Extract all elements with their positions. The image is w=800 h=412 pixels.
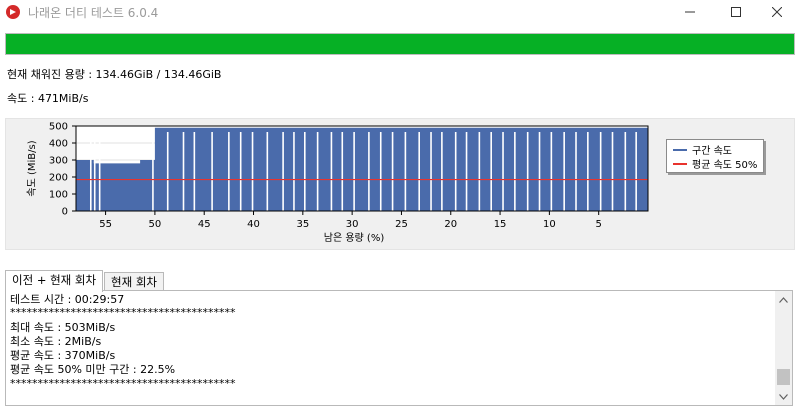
speed-drop (538, 132, 541, 211)
tab-current[interactable]: 현재 회차 (104, 272, 164, 292)
minimize-icon (685, 11, 695, 13)
x-axis-label: 남은 용량 (%) (324, 232, 385, 244)
speed-drop (465, 132, 468, 211)
filled-capacity-text: 현재 채워진 용량 : 134.46GiB / 134.46GiB (7, 68, 222, 81)
y-tick-label: 0 (62, 207, 68, 218)
close-button[interactable] (754, 0, 800, 24)
scroll-thumb[interactable] (777, 369, 790, 385)
vertical-scrollbar[interactable] (775, 291, 792, 405)
speed-drop (514, 132, 516, 211)
close-icon (772, 7, 782, 17)
app-icon (6, 5, 20, 19)
log-line: ****************************************… (10, 377, 236, 390)
speed-drop (379, 132, 382, 211)
speed-drop (599, 132, 602, 211)
speed-drop (166, 132, 169, 211)
x-tick-label: 45 (198, 219, 211, 230)
speed-drop (293, 132, 295, 211)
speed-text: 속도 : 471MiB/s (7, 92, 89, 105)
x-tick-label: 5 (596, 219, 602, 230)
progress-bar (5, 33, 795, 55)
speed-drop (550, 132, 553, 211)
speed-drop (266, 132, 269, 211)
log-line: ****************************************… (10, 306, 236, 319)
scroll-down-button[interactable] (775, 388, 792, 405)
legend-swatch-average (673, 162, 687, 165)
y-tick-label: 100 (49, 190, 68, 201)
speed-drop (563, 132, 565, 211)
log-line: 평균 속도 50% 미만 구간 : 22.5% (10, 363, 176, 376)
y-tick-label: 500 (49, 122, 68, 133)
tab-cumulative[interactable]: 이전 + 현재 회차 (5, 270, 104, 292)
speed-drop (251, 132, 254, 211)
speed-drop (454, 132, 457, 211)
speed-drop (341, 132, 344, 211)
speed-drop (182, 132, 185, 211)
legend-swatch-interval (673, 148, 687, 151)
legend-item-average-speed: 평균 속도 50% (673, 157, 758, 171)
x-tick-label: 15 (494, 219, 507, 230)
speed-drop (575, 132, 577, 211)
speed-drop (635, 132, 637, 211)
speed-drop (490, 132, 492, 211)
speed-drop (228, 132, 230, 211)
progress-fill (6, 34, 794, 54)
minimize-button[interactable] (667, 0, 713, 24)
speed-drop (391, 132, 394, 211)
speed-chart-panel: 500 400 300 200 100 0 55 50 45 40 35 30 25 20 15 10 5 남은 … (5, 118, 795, 250)
x-tick-label: 25 (395, 219, 408, 230)
speed-drop (239, 132, 242, 211)
log-textbox[interactable]: 테스트 시간 : 00:29:57 **********************… (5, 290, 793, 406)
x-tick-label: 30 (346, 219, 359, 230)
x-tick-label: 10 (543, 219, 556, 230)
log-line: 테스트 시간 : 00:29:57 (10, 293, 125, 306)
speed-drop (418, 132, 420, 211)
legend-label-interval: 구간 속도 (692, 146, 732, 157)
chart-legend: 구간 속도 평균 속도 50% (666, 139, 764, 173)
speed-drop (316, 132, 319, 211)
speed-drop (152, 132, 154, 211)
series-interval-speed-area (76, 127, 648, 211)
legend-item-interval-speed: 구간 속도 (673, 143, 732, 157)
speed-drop (624, 132, 627, 211)
y-axis-label: 속도 (MiB/s) (26, 140, 38, 196)
speed-drop (211, 132, 213, 211)
speed-drop (193, 132, 196, 211)
speed-drop (404, 132, 407, 211)
y-tick-label: 400 (49, 139, 68, 150)
chevron-down-icon (779, 393, 788, 400)
speed-drop (526, 132, 529, 211)
speed-drop (93, 132, 96, 211)
log-line: 최소 속도 : 2MiB/s (10, 335, 102, 348)
speed-drop (430, 132, 432, 211)
speed-drop (282, 132, 284, 211)
log-line: 평균 속도 : 370MiB/s (10, 349, 116, 362)
x-tick-label: 50 (149, 219, 162, 230)
window-title: 나래온 더티 테스트 6.0.4 (28, 6, 159, 20)
speed-drop (98, 132, 101, 211)
speed-drop (330, 132, 333, 211)
y-tick-label: 200 (49, 173, 68, 184)
title-bar: 나래온 더티 테스트 6.0.4 (0, 0, 800, 24)
maximize-button[interactable] (713, 0, 759, 24)
speed-drop (611, 132, 614, 211)
speed-drop (353, 132, 355, 211)
maximize-icon (731, 7, 741, 17)
speed-drop (89, 132, 92, 211)
x-tick-label: 40 (247, 219, 260, 230)
legend-label-average: 평균 속도 50% (692, 160, 758, 171)
speed-drop (304, 132, 306, 211)
y-tick-label: 300 (49, 156, 68, 167)
x-tick-label: 20 (444, 219, 457, 230)
speed-drop (368, 132, 370, 211)
log-line: 최대 속도 : 503MiB/s (10, 321, 116, 334)
speed-drop (478, 132, 481, 211)
scroll-up-button[interactable] (775, 291, 792, 308)
speed-drop (587, 132, 589, 211)
x-tick-label: 55 (99, 219, 112, 230)
speed-drop (441, 132, 443, 211)
chevron-up-icon (779, 296, 788, 303)
x-tick-label: 35 (296, 219, 309, 230)
speed-drop (502, 132, 504, 211)
